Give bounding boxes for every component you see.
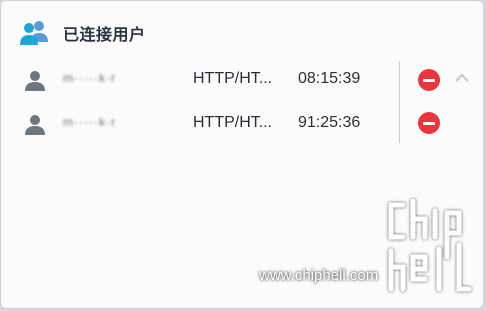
user-row[interactable]: m·····k·r HTTP/HT... 91:25:36 bbox=[1, 106, 401, 142]
user-name: m·····k·r bbox=[63, 71, 116, 85]
chevron-up-icon[interactable] bbox=[453, 71, 471, 85]
disconnect-icon[interactable] bbox=[418, 69, 440, 91]
users-icon bbox=[20, 21, 48, 45]
connection-duration: 08:15:39 bbox=[298, 70, 361, 87]
connected-users-panel: 已连接用户 m·····k·r HTTP/HT... 08:15:39 m···… bbox=[0, 0, 484, 309]
panel-title: 已连接用户 bbox=[63, 27, 146, 44]
connection-duration: 91:25:36 bbox=[298, 114, 361, 131]
panel-header: 已连接用户 bbox=[19, 18, 146, 48]
disconnect-icon[interactable] bbox=[418, 112, 440, 134]
chiphell-watermark-logo bbox=[388, 198, 472, 292]
user-name: m·····k·r bbox=[63, 115, 116, 129]
watermark-url: www.chiphell.com bbox=[259, 267, 379, 284]
user-protocol: HTTP/HT... bbox=[193, 70, 273, 87]
user-row[interactable]: m·····k·r HTTP/HT... 08:15:39 bbox=[1, 62, 401, 98]
user-icon bbox=[25, 115, 45, 135]
divider bbox=[399, 61, 400, 143]
user-protocol: HTTP/HT... bbox=[193, 114, 273, 131]
user-icon bbox=[25, 71, 45, 91]
